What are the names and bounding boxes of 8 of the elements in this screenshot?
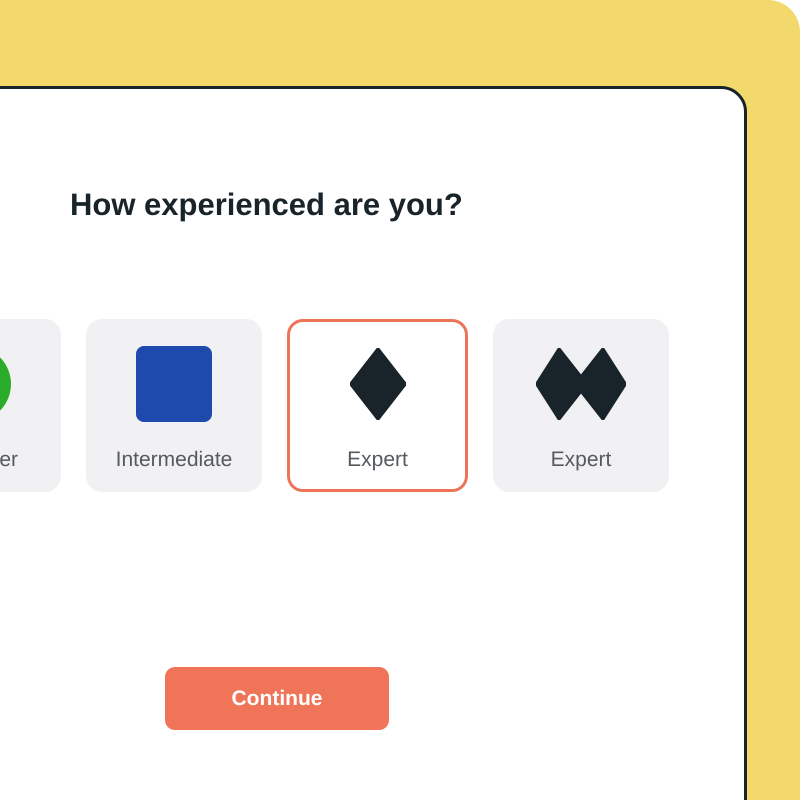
double-diamond-icon [536,348,626,420]
square-icon [136,346,212,422]
level-option[interactable]: Expert [493,319,669,492]
question-title: How experienced are you? [70,186,464,224]
level-option[interactable]: Intermediate [86,319,262,492]
level-option[interactable]: Expert [287,319,468,492]
diamond-icon [350,348,406,420]
level-option[interactable]: er [0,319,61,492]
